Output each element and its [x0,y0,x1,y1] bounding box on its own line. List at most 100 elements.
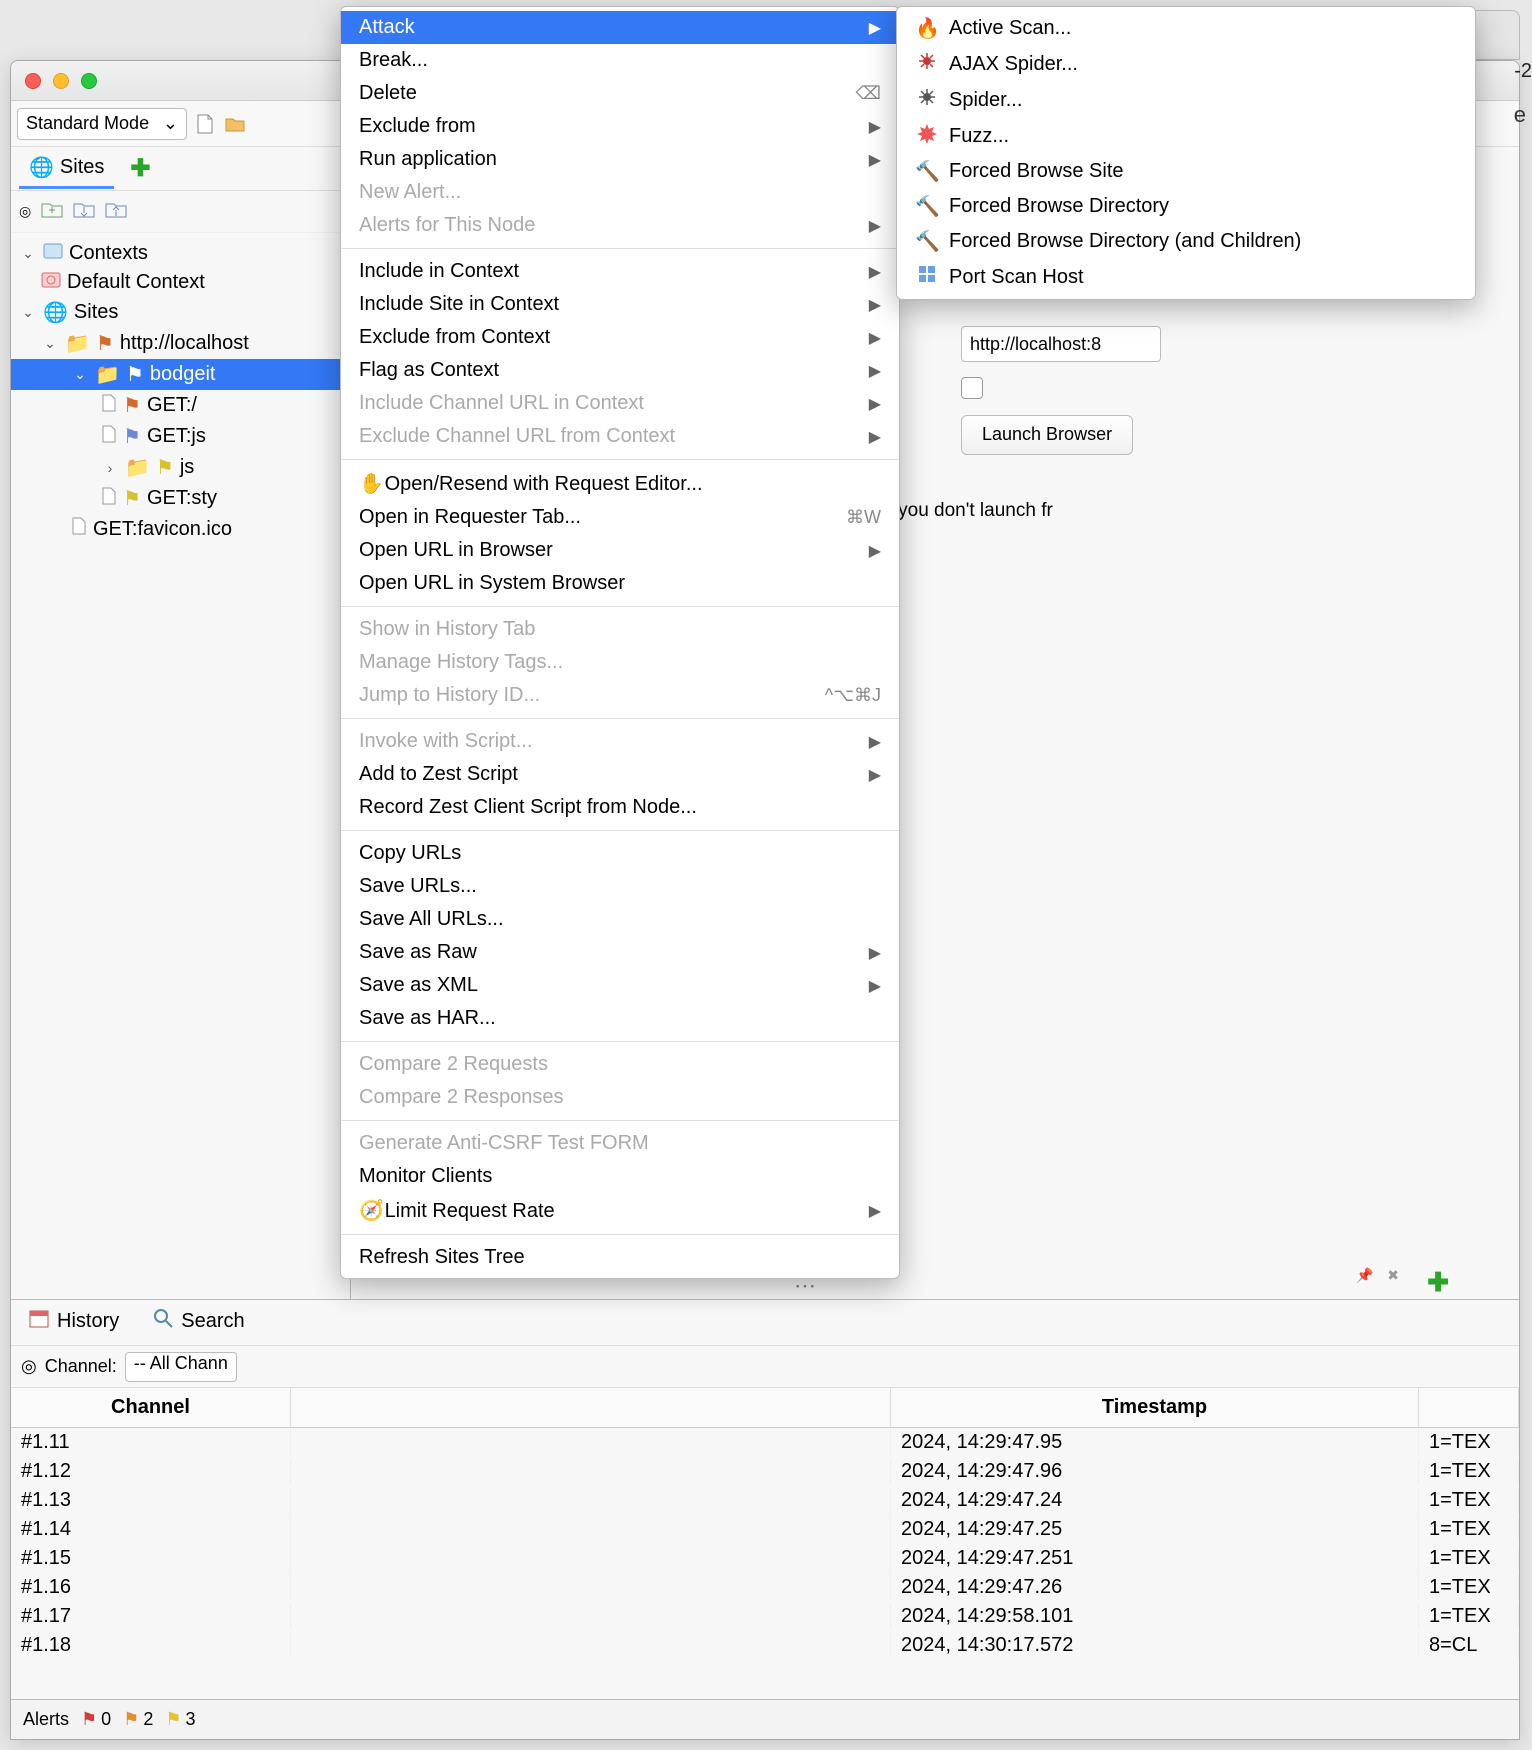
target-icon[interactable]: ◎ [19,203,31,220]
menu-attack[interactable]: Attack ▶ [341,11,899,44]
cell-payload: 1=TEX [1419,1517,1519,1542]
tree-get-root[interactable]: ⚑ GET:/ [11,390,350,421]
tree-label: js [180,456,194,479]
expand-arrow-icon[interactable]: ⌄ [19,304,37,321]
tree-host[interactable]: ⌄ 📁 ⚑ http://localhost [11,328,350,359]
close-window-icon[interactable] [25,73,41,89]
table-row[interactable]: #1.182024, 14:30:17.5728=CL [11,1631,1519,1660]
menu-delete[interactable]: Delete ⌫ [341,77,899,110]
expand-arrow-icon[interactable]: ⌄ [19,245,37,262]
menu-refresh-sites-tree[interactable]: Refresh Sites Tree [341,1241,899,1274]
menu-save-xml[interactable]: Save as XML ▶ [341,969,899,1002]
submenu-port-scan[interactable]: Port Scan Host [897,259,1475,295]
menu-include-site-in-context[interactable]: Include Site in Context ▶ [341,288,899,321]
menu-label: Include in Context [359,260,519,283]
menu-add-zest[interactable]: Add to Zest Script ▶ [341,758,899,791]
alerts-high[interactable]: ⚑ 0 [81,1709,111,1730]
menu-save-raw[interactable]: Save as Raw ▶ [341,936,899,969]
table-row[interactable]: #1.162024, 14:29:47.261=TEX [11,1573,1519,1602]
pin-close-icons[interactable]: 📌 ✖ [1356,1267,1399,1284]
menu-exclude-from-context[interactable]: Exclude from Context ▶ [341,321,899,354]
table-row[interactable]: #1.112024, 14:29:47.951=TEX [11,1428,1519,1457]
attack-submenu[interactable]: 🔥 Active Scan... AJAX Spider... Spider..… [896,6,1476,300]
menu-invoke-script: Invoke with Script... ▶ [341,725,899,758]
menu-open-url-system-browser[interactable]: Open URL in System Browser [341,567,899,600]
pin-icon[interactable]: 📌 [1356,1267,1373,1283]
minimize-window-icon[interactable] [53,73,69,89]
expand-arrow-icon[interactable]: › [101,460,119,476]
menu-copy-urls[interactable]: Copy URLs [341,837,899,870]
launch-browser-button[interactable]: Launch Browser [961,415,1133,455]
expand-arrow-icon[interactable]: ⌄ [71,366,89,383]
menu-open-requester-tab[interactable]: Open in Requester Tab... ⌘W [341,501,899,534]
alerts-low[interactable]: ⚑ 3 [165,1709,195,1730]
submenu-fuzz[interactable]: Fuzz... [897,118,1475,154]
tree-get-js[interactable]: ⚑ GET:js [11,421,350,452]
flag-icon: ⚑ [123,393,141,418]
table-row[interactable]: #1.172024, 14:29:58.1011=TEX [11,1602,1519,1631]
menu-record-zest[interactable]: Record Zest Client Script from Node... [341,791,899,824]
tab-search[interactable]: Search [145,1302,252,1343]
menu-save-har[interactable]: Save as HAR... [341,1002,899,1035]
alerts-medium[interactable]: ⚑ 2 [123,1709,153,1730]
menu-label: Exclude from [359,115,476,138]
tab-history[interactable]: History [21,1302,127,1343]
export-icon[interactable] [105,201,127,222]
close-icon[interactable]: ✖ [1387,1267,1399,1283]
tree-contexts[interactable]: ⌄ Contexts [11,239,350,268]
table-row[interactable]: #1.152024, 14:29:47.2511=TEX [11,1544,1519,1573]
col-channel-header[interactable]: Channel [11,1388,291,1427]
open-session-icon[interactable] [223,112,247,136]
tree-sites-root[interactable]: ⌄ 🌐 Sites [11,297,350,328]
tree-get-sty[interactable]: ⚑ GET:sty [11,483,350,514]
events-table[interactable]: Channel Timestamp #1.112024, 14:29:47.95… [11,1388,1519,1660]
submenu-label: Forced Browse Directory (and Children) [949,230,1301,253]
tree-get-favicon[interactable]: GET:favicon.ico [11,514,350,544]
menu-open-url-browser[interactable]: Open URL in Browser ▶ [341,534,899,567]
cell-payload: 1=TEX [1419,1546,1519,1571]
tree-js-folder[interactable]: › 📁 ⚑ js [11,452,350,483]
add-tab-button[interactable]: ✚ [130,154,150,183]
menu-show-history: Show in History Tab [341,613,899,646]
submenu-forced-browse-directory[interactable]: 🔨 Forced Browse Directory [897,189,1475,224]
submenu-label: Forced Browse Directory [949,195,1169,218]
col-timestamp-header[interactable]: Timestamp [891,1388,1419,1427]
submenu-active-scan[interactable]: 🔥 Active Scan... [897,11,1475,46]
menu-exclude-from[interactable]: Exclude from ▶ [341,110,899,143]
maximize-window-icon[interactable] [81,73,97,89]
hammer-icon: 🔨 [915,229,939,254]
add-folder-icon[interactable] [41,201,63,222]
menu-flag-as-context[interactable]: Flag as Context ▶ [341,354,899,387]
channel-select[interactable]: -- All Chann [125,1352,237,1382]
tree-bodgeit[interactable]: ⌄ 📁 ⚑ bodgeit [11,359,350,390]
submenu-forced-browse-directory-children[interactable]: 🔨 Forced Browse Directory (and Children) [897,224,1475,259]
tab-sites[interactable]: 🌐 Sites [19,149,114,189]
cell-timestamp: 2024, 14:29:47.26 [891,1575,1419,1600]
menu-include-in-context[interactable]: Include in Context ▶ [341,255,899,288]
menu-open-resend[interactable]: ✋ Open/Resend with Request Editor... [341,466,899,501]
menu-save-all-urls[interactable]: Save All URLs... [341,903,899,936]
add-bottom-tab-button[interactable]: ✚ [1427,1267,1449,1298]
menu-monitor-clients[interactable]: Monitor Clients [341,1160,899,1193]
new-session-icon[interactable] [193,112,217,136]
table-row[interactable]: #1.142024, 14:29:47.251=TEX [11,1515,1519,1544]
submenu-ajax-spider[interactable]: AJAX Spider... [897,46,1475,82]
expand-arrow-icon[interactable]: ⌄ [41,335,59,352]
menu-break[interactable]: Break... [341,44,899,77]
menu-save-urls[interactable]: Save URLs... [341,870,899,903]
tree-default-context[interactable]: Default Context [11,268,350,297]
context-menu[interactable]: Attack ▶ Break... Delete ⌫ Exclude from … [340,6,900,1279]
menu-separator [341,718,899,719]
mode-select[interactable]: Standard Mode ⌄ [17,108,187,140]
burst-icon [915,123,939,149]
menu-limit-request-rate[interactable]: 🧭 Limit Request Rate ▶ [341,1193,899,1228]
submenu-spider[interactable]: Spider... [897,82,1475,118]
submenu-forced-browse-site[interactable]: 🔨 Forced Browse Site [897,154,1475,189]
url-to-explore-input[interactable] [961,326,1161,362]
table-row[interactable]: #1.122024, 14:29:47.961=TEX [11,1457,1519,1486]
import-icon[interactable] [73,201,95,222]
enable-hud-checkbox[interactable] [961,377,983,399]
menu-run-application[interactable]: Run application ▶ [341,143,899,176]
table-row[interactable]: #1.132024, 14:29:47.241=TEX [11,1486,1519,1515]
target-icon[interactable]: ◎ [21,1356,37,1377]
